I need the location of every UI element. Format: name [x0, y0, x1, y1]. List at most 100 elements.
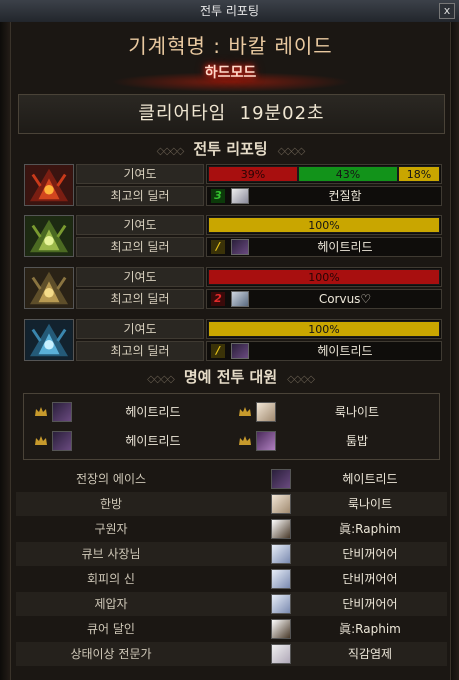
dealer-rank-badge: 3 [211, 189, 225, 203]
contribution-bar: 100% [206, 215, 442, 235]
honor-members-box: 헤이트리드 룩나이트 헤이트리드 툼밥 [23, 393, 440, 460]
contribution-label: 기여도 [76, 319, 204, 339]
best-dealer-value: 3 컨질함 [206, 186, 442, 206]
contribution-row: 기여도 100% [76, 215, 442, 235]
contribution-segment: 100% [208, 217, 440, 233]
best-dealer-value: / 헤이트리드 [206, 341, 442, 361]
contribution-segment: 43% [298, 166, 398, 182]
award-name: 단비꺼어어 [342, 597, 398, 611]
award-name: 眞:Raphim [339, 522, 401, 536]
award-title: 전장의 에이스 [75, 472, 147, 486]
award-row[interactable]: 큐어 달인 眞:Raphim [16, 617, 447, 641]
dealer-avatar [231, 188, 249, 204]
contribution-bar: 39% 43% 18% [206, 164, 442, 184]
honor-name: 헤이트리드 [125, 405, 181, 419]
dealer-avatar [231, 239, 249, 255]
boss-report-3: 기여도 100% 최고의 딜러 2 Corvus♡ [16, 267, 447, 311]
dealer-avatar [231, 291, 249, 307]
award-avatar [271, 594, 291, 614]
clear-time-value: 19분02초 [239, 103, 325, 124]
contribution-bar: 100% [206, 267, 442, 287]
honor-avatar [52, 431, 72, 451]
window-title: 전투 리포팅 [199, 4, 259, 18]
honor-name: 룩나이트 [334, 405, 380, 419]
raid-difficulty: 하드모드 [204, 65, 257, 81]
honor-member[interactable]: 툼밥 [232, 429, 432, 453]
battle-report-title: 전투 리포팅 [193, 140, 268, 158]
award-avatar [271, 644, 291, 664]
contribution-row: 기여도 39% 43% 18% [76, 164, 442, 184]
clear-time-label: 클리어타임 [138, 103, 227, 124]
best-dealer-row: 최고의 딜러 / 헤이트리드 [76, 341, 442, 361]
award-name: 단비꺼어어 [342, 547, 398, 561]
contribution-label: 기여도 [76, 267, 204, 287]
contribution-label: 기여도 [76, 164, 204, 184]
crown-icon [239, 436, 251, 445]
award-avatar [271, 544, 291, 564]
best-dealer-row: 최고의 딜러 2 Corvus♡ [76, 289, 442, 309]
honor-title: 명예 전투 대원 [183, 368, 278, 386]
dealer-rank-badge: / [211, 344, 225, 358]
honor-name: 헤이트리드 [125, 434, 181, 448]
award-row[interactable]: 상태이상 전문가 직감염제 [16, 642, 447, 666]
award-name: 眞:Raphim [339, 622, 401, 636]
award-row[interactable]: 구원자 眞:Raphim [16, 517, 447, 541]
award-title: 상태이상 전문가 [70, 647, 152, 661]
honor-member[interactable]: 헤이트리드 [28, 429, 228, 453]
green-dragon-icon [24, 215, 74, 257]
close-button[interactable]: x [439, 3, 455, 19]
best-dealer-label: 최고의 딜러 [76, 186, 204, 206]
honor-member[interactable]: 헤이트리드 [28, 400, 228, 424]
dealer-name: 헤이트리드 [317, 240, 373, 254]
award-avatar [271, 569, 291, 589]
left-border-decoration [0, 22, 10, 680]
best-dealer-row: 최고의 딜러 3 컨질함 [76, 186, 442, 206]
award-row[interactable]: 전장의 에이스 헤이트리드 [16, 467, 447, 491]
dealer-name: Corvus♡ [318, 292, 372, 306]
dealer-name: 컨질함 [328, 189, 362, 203]
crown-icon [35, 407, 47, 416]
contribution-segment: 18% [398, 166, 440, 182]
award-title: 한방 [99, 497, 123, 511]
honor-avatar [52, 402, 72, 422]
best-dealer-label: 최고의 딜러 [76, 289, 204, 309]
award-title: 회피의 신 [87, 572, 135, 586]
contribution-bar: 100% [206, 319, 442, 339]
red-dragon-icon [24, 164, 74, 206]
award-name: 직감염제 [347, 647, 393, 661]
dealer-rank-badge: 2 [211, 292, 225, 306]
dealer-rank-badge: / [211, 240, 225, 254]
crown-icon [239, 407, 251, 416]
raid-title: 기계혁명 : 바칼 레이드 [128, 34, 333, 58]
award-title: 큐어 달인 [87, 622, 135, 636]
boss-report-2: 기여도 100% 최고의 딜러 / 헤이트리드 [16, 215, 447, 259]
honor-member[interactable]: 룩나이트 [232, 400, 432, 424]
award-row[interactable]: 제압자 단비꺼어어 [16, 592, 447, 616]
clear-time-box: 클리어타임 19분02초 [18, 94, 445, 134]
crown-icon [35, 436, 47, 445]
contribution-row: 기여도 100% [76, 319, 442, 339]
gold-dragon-icon [24, 267, 74, 309]
award-row[interactable]: 큐브 사장님 단비꺼어어 [16, 542, 447, 566]
contribution-segment: 39% [208, 166, 298, 182]
contribution-row: 기여도 100% [76, 267, 442, 287]
award-avatar [271, 494, 291, 514]
dealer-name: 헤이트리드 [317, 344, 373, 358]
award-name: 헤이트리드 [342, 472, 398, 486]
award-title: 제압자 [94, 597, 128, 611]
award-row[interactable]: 한방 룩나이트 [16, 492, 447, 516]
best-dealer-value: / 헤이트리드 [206, 237, 442, 257]
dealer-avatar [231, 343, 249, 359]
award-avatar [271, 519, 291, 539]
best-dealer-label: 최고의 딜러 [76, 237, 204, 257]
award-avatar [271, 619, 291, 639]
report-panel: 기계혁명 : 바칼 레이드 하드모드 클리어타임 19분02초 ◇◇◇◇ 전투 리… [10, 22, 451, 680]
award-name: 룩나이트 [347, 497, 393, 511]
honor-name: 툼밥 [345, 434, 369, 448]
blue-dragon-icon [24, 319, 74, 361]
honor-header: ◇◇◇◇ 명예 전투 대원 ◇◇◇◇ [147, 368, 315, 386]
best-dealer-value: 2 Corvus♡ [206, 289, 442, 309]
best-dealer-label: 최고의 딜러 [76, 341, 204, 361]
battle-report-header: ◇◇◇◇ 전투 리포팅 ◇◇◇◇ [156, 140, 306, 158]
award-row[interactable]: 회피의 신 단비꺼어어 [16, 567, 447, 591]
